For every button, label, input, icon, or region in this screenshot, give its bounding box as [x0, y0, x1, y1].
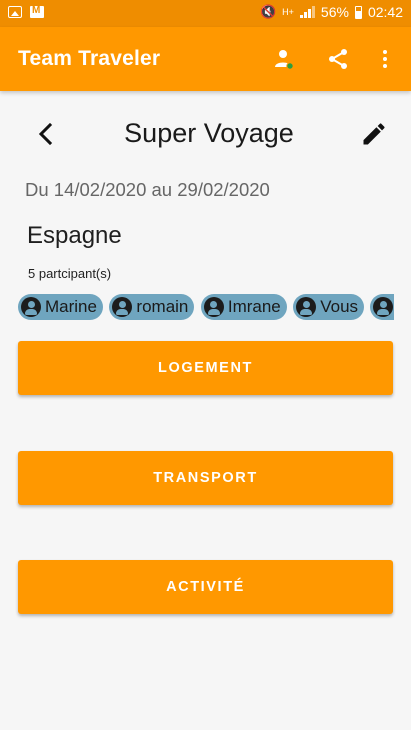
participant-name: Vous — [320, 297, 359, 316]
account-circle-icon — [296, 297, 317, 317]
participant-chip[interactable]: Vous — [293, 294, 365, 320]
trip-title: Super Voyage — [124, 118, 294, 148]
activite-button[interactable]: ACTIVITÉ — [18, 560, 393, 614]
trip-destination: Espagne — [27, 222, 122, 249]
gallery-notification-icon — [8, 6, 22, 18]
account-status-icon[interactable] — [270, 45, 298, 73]
participant-name: Imrane — [227, 297, 281, 316]
signal-icon — [299, 6, 315, 18]
account-circle-icon — [373, 297, 394, 317]
account-circle-icon — [203, 297, 224, 317]
edit-icon[interactable] — [360, 120, 388, 148]
trip-dates: Du 14/02/2020 au 29/02/2020 — [25, 179, 270, 200]
transport-button[interactable]: TRANSPORT — [18, 451, 393, 505]
battery-icon — [354, 5, 362, 19]
participant-name: Marine — [45, 297, 97, 316]
account-circle-icon — [21, 297, 41, 317]
participants-list[interactable]: Marine romain Imrane Vous 5 — [18, 294, 394, 320]
back-arrow-icon[interactable] — [34, 120, 58, 148]
logement-button[interactable]: LOGEMENT — [18, 341, 393, 395]
mail-notification-icon — [30, 5, 44, 18]
participant-chip[interactable]: 5 — [370, 294, 394, 320]
share-icon[interactable] — [324, 45, 352, 73]
participant-chip[interactable]: romain — [109, 294, 195, 320]
status-bar: 🔇 H+ 56% 02:42 — [0, 0, 411, 27]
participant-chip[interactable]: Marine — [18, 294, 103, 320]
app-bar: Team Traveler — [0, 27, 411, 91]
mute-icon: 🔇 — [259, 4, 277, 19]
clock: 02:42 — [367, 4, 403, 20]
network-type: H+ — [282, 7, 294, 17]
participant-name: romain — [136, 297, 189, 316]
account-circle-icon — [112, 297, 133, 317]
battery-percentage: 56% — [320, 4, 349, 20]
more-vert-icon[interactable] — [371, 45, 399, 73]
app-title: Team Traveler — [18, 47, 161, 70]
participant-chip[interactable]: Imrane — [200, 294, 287, 320]
participants-count: 5 partcipant(s) — [28, 266, 112, 281]
